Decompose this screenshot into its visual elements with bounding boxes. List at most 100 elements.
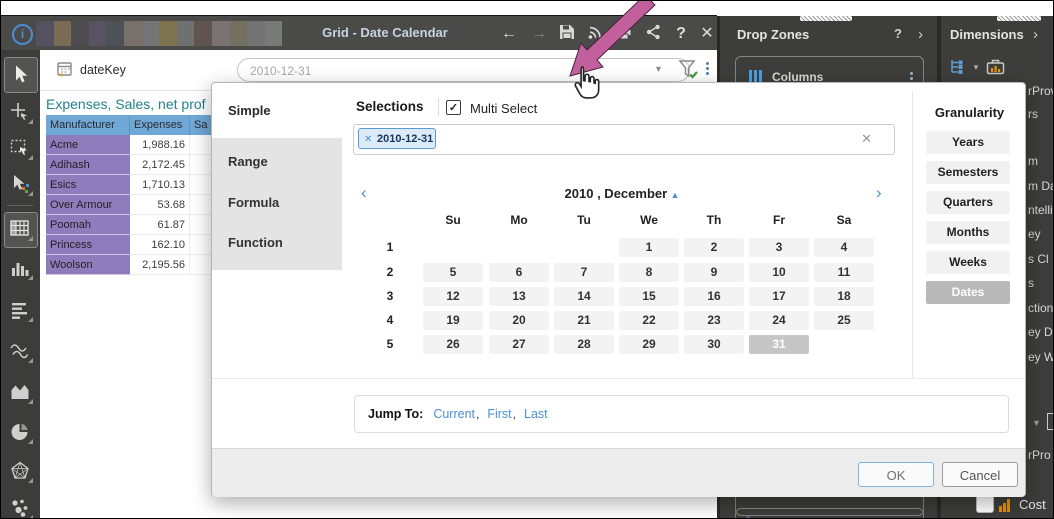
rectangle-select-tool-icon[interactable]	[10, 138, 30, 158]
chip-remove-icon[interactable]: ✕	[364, 129, 372, 150]
table-row-value[interactable]: 2,172.45	[130, 155, 190, 175]
back-icon[interactable]: ←	[498, 23, 520, 45]
metric-set-icon[interactable]	[985, 56, 1006, 79]
jump-to-first-link[interactable]: First	[487, 407, 511, 421]
hierarchy-icon[interactable]	[949, 58, 967, 78]
scatter-chart-tool-icon[interactable]	[10, 498, 30, 518]
day-cell[interactable]: 5	[423, 263, 483, 282]
tree-item-fragment[interactable]: ction	[1028, 301, 1053, 315]
day-cell[interactable]: 30	[684, 335, 744, 354]
table-row-value[interactable]: 1,988.16	[130, 135, 190, 155]
granularity-years[interactable]: Years	[926, 131, 1010, 154]
day-cell[interactable]: 18	[814, 287, 874, 306]
panel-dropdown-icon[interactable]: ▼	[1032, 418, 1041, 428]
day-cell[interactable]: 22	[619, 311, 679, 330]
day-cell[interactable]: 9	[684, 263, 744, 282]
day-cell[interactable]: 1	[619, 238, 679, 257]
ok-button[interactable]: OK	[858, 462, 934, 487]
drop-zones-help-icon[interactable]: ?	[894, 26, 902, 41]
column-header[interactable]: Manufacturer	[46, 115, 130, 135]
day-cell[interactable]: 15	[619, 287, 679, 306]
table-row-name[interactable]: Adihash	[46, 155, 130, 175]
pointer-tool-icon[interactable]	[10, 64, 30, 84]
day-cell[interactable]: 21	[554, 311, 614, 330]
tree-item-fragment[interactable]: rs	[1028, 107, 1038, 121]
day-cell[interactable]: 7	[554, 263, 614, 282]
day-cell[interactable]: 6	[489, 263, 549, 282]
tab-formula[interactable]: Formula	[228, 195, 279, 213]
horizontal-bar-tool-icon[interactable]	[10, 300, 30, 320]
day-cell[interactable]: 20	[489, 311, 549, 330]
day-cell[interactable]: 27	[489, 335, 549, 354]
column-header[interactable]: Expenses	[130, 115, 190, 135]
tree-item-fragment[interactable]: s	[1028, 276, 1034, 290]
month-year-selector[interactable]: 2010 , December ▲	[412, 186, 832, 201]
granularity-weeks[interactable]: Weeks	[926, 251, 1010, 274]
dimensions-drag-handle[interactable]	[997, 16, 1041, 21]
tree-item-fragment[interactable]: m Da	[1028, 179, 1054, 193]
tab-simple[interactable]: Simple	[228, 103, 271, 121]
day-cell[interactable]: 28	[554, 335, 614, 354]
day-cell[interactable]: 23	[684, 311, 744, 330]
measures-drop-zone-partial[interactable]: ⌃	[735, 508, 924, 519]
day-cell[interactable]: 2	[684, 238, 744, 257]
day-cell[interactable]: 19	[423, 311, 483, 330]
table-row-value[interactable]: 2,195.56	[130, 255, 190, 275]
help-icon[interactable]: ?	[670, 23, 692, 45]
tree-item-fragment[interactable]: rProv	[1028, 84, 1054, 98]
tree-item-fragment[interactable]: rPro	[1028, 448, 1051, 462]
next-month-icon[interactable]: ›	[876, 183, 882, 203]
info-icon[interactable]: i	[12, 24, 33, 45]
filter-applied-icon[interactable]	[678, 58, 700, 85]
day-cell[interactable]: 16	[684, 287, 744, 306]
day-cell[interactable]: 26	[423, 335, 483, 354]
table-row-value[interactable]: 61.87	[130, 215, 190, 235]
day-cell[interactable]: 17	[749, 287, 809, 306]
day-cell[interactable]: 4	[814, 238, 874, 257]
day-cell[interactable]: 12	[423, 287, 483, 306]
radar-chart-tool-icon[interactable]	[10, 461, 30, 481]
clear-selections-icon[interactable]: ✕	[861, 131, 872, 147]
table-row-name[interactable]: Poomah	[46, 215, 130, 235]
day-cell[interactable]: 11	[814, 263, 874, 282]
drop-zones-collapse-icon[interactable]: ›	[918, 26, 923, 43]
day-cell-selected[interactable]: 31	[749, 335, 809, 354]
bar-chart-tool-icon[interactable]	[10, 258, 30, 278]
column-header[interactable]: Sa	[190, 115, 212, 135]
day-cell[interactable]: 13	[489, 287, 549, 306]
day-cell[interactable]: 8	[619, 263, 679, 282]
tree-item-fragment[interactable]: ey W	[1028, 350, 1054, 364]
tab-range[interactable]: Range	[228, 154, 268, 172]
jump-to-last-link[interactable]: Last	[524, 407, 548, 421]
cost-label[interactable]: Cost	[1019, 497, 1046, 512]
cost-checkbox[interactable]	[976, 495, 994, 513]
day-cell[interactable]: 3	[749, 238, 809, 257]
day-cell[interactable]: 14	[554, 287, 614, 306]
drop-zones-drag-handle[interactable]	[800, 16, 852, 21]
table-row-value[interactable]: 53.68	[130, 195, 190, 215]
collapse-chevron-icon[interactable]: ⌃	[744, 515, 752, 519]
multi-select-checkbox[interactable]: ✓	[446, 100, 461, 115]
table-row-name[interactable]: Acme	[46, 135, 130, 155]
point-select-tool-icon[interactable]	[10, 102, 30, 122]
hierarchy-dropdown-icon[interactable]: ▼	[972, 63, 980, 72]
day-cell[interactable]: 10	[749, 263, 809, 282]
day-cell[interactable]: 29	[619, 335, 679, 354]
data-point-select-tool-icon[interactable]	[10, 174, 30, 194]
tree-item-fragment[interactable]: s Cl	[1028, 252, 1049, 266]
tree-item-fragment[interactable]: ey	[1028, 227, 1041, 241]
close-icon[interactable]: ✕	[696, 23, 718, 45]
dimensions-collapse-icon[interactable]: ›	[1033, 26, 1038, 43]
tree-item-fragment[interactable]: ey Da	[1028, 325, 1054, 339]
line-chart-tool-icon[interactable]	[10, 341, 30, 361]
granularity-quarters[interactable]: Quarters	[926, 191, 1010, 214]
table-row-name[interactable]: Over Armour	[46, 195, 130, 215]
table-row-value[interactable]: 162.10	[130, 235, 190, 255]
day-cell[interactable]: 24	[749, 311, 809, 330]
granularity-dates[interactable]: Dates	[926, 281, 1010, 304]
day-cell[interactable]: 25	[814, 311, 874, 330]
table-row-name[interactable]: Esics	[46, 175, 130, 195]
grid-visual-tool-icon[interactable]	[10, 219, 30, 239]
pie-chart-tool-icon[interactable]	[10, 422, 30, 442]
tab-function[interactable]: Function	[228, 235, 283, 253]
